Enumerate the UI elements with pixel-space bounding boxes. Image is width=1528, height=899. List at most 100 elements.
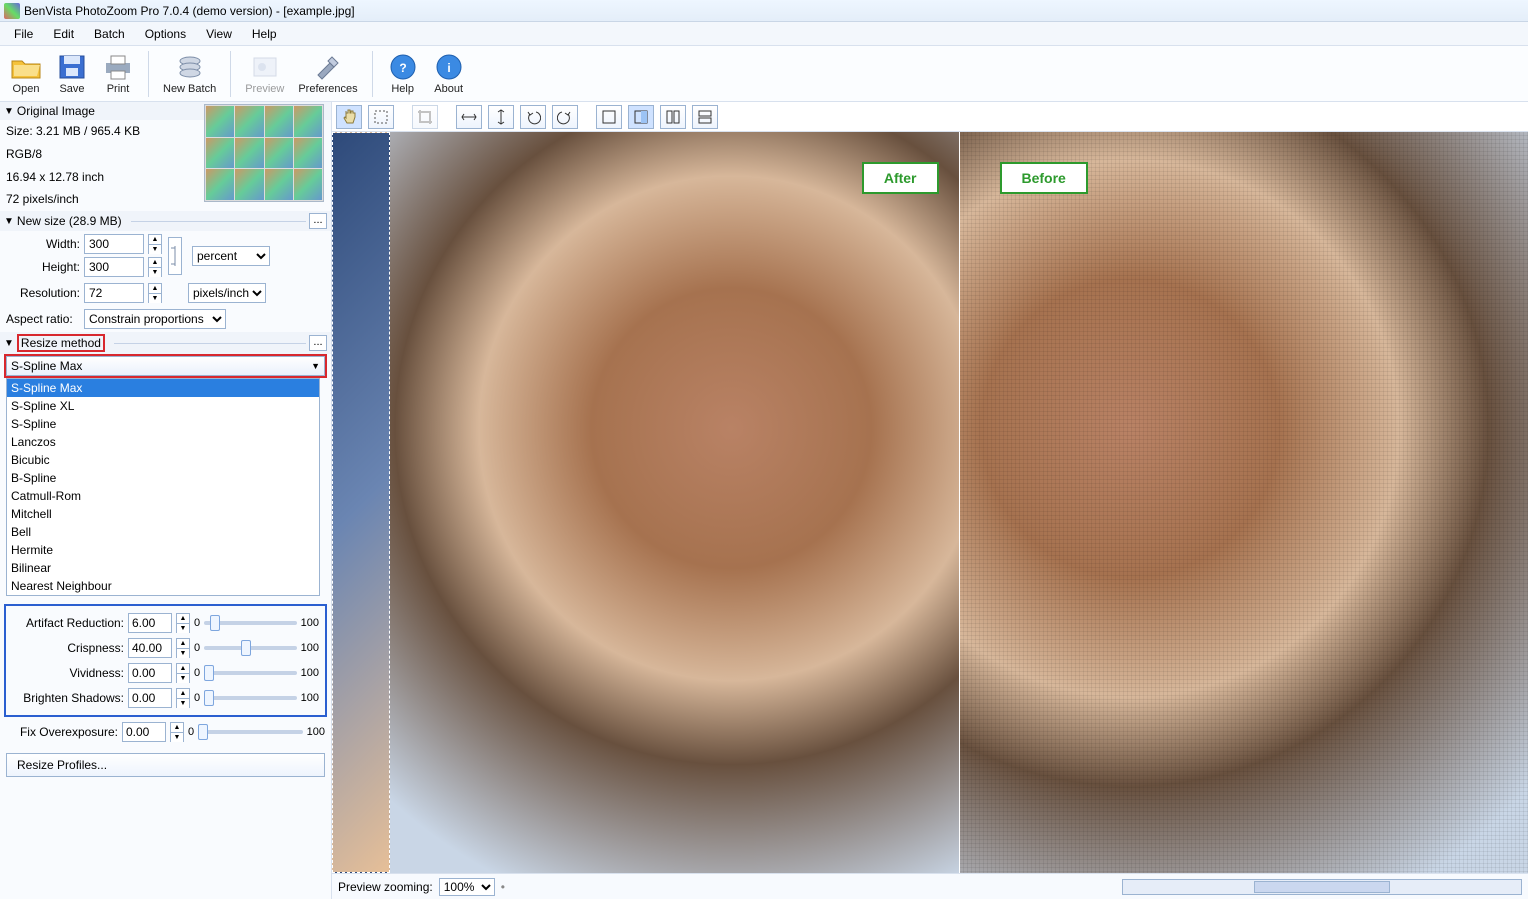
newsize-header[interactable]: ▼New size (28.9 MB) ... [0,211,331,231]
option-mitchell[interactable]: Mitchell [7,505,319,523]
navigator-strip[interactable] [332,132,390,873]
preferences-button[interactable]: Preferences [292,51,363,97]
vivid-input[interactable] [128,663,172,683]
range-max: 100 [301,617,319,629]
vivid-label: Vividness: [12,666,124,680]
split-view-horizontal-button[interactable] [692,105,718,129]
option-bell[interactable]: Bell [7,523,319,541]
resolution-label: Resolution: [6,286,80,300]
selection-tool-button[interactable] [368,105,394,129]
hand-tool-button[interactable] [336,105,362,129]
zoom-dot: • [501,880,505,894]
thumbnail[interactable] [204,104,324,202]
preview-label: Preview [245,83,284,95]
single-view-button[interactable] [596,105,622,129]
floppy-icon [56,53,88,81]
crisp-slider[interactable] [204,646,297,650]
range-max: 100 [301,642,319,654]
resize-method-select[interactable]: S-Spline Max ▼ [6,356,325,376]
titlebar: BenVista PhotoZoom Pro 7.0.4 (demo versi… [0,0,1528,22]
vivid-spinner[interactable]: ▲▼ [176,663,190,683]
app-icon [4,3,20,19]
resize-profiles-button[interactable]: Resize Profiles... [6,753,325,777]
flip-horizontal-button[interactable] [456,105,482,129]
option-hermite[interactable]: Hermite [7,541,319,559]
separator [148,51,149,97]
option-bspline[interactable]: B-Spline [7,469,319,487]
artifact-input[interactable] [128,613,172,633]
menu-view[interactable]: View [196,24,242,44]
print-button[interactable]: Print [96,51,140,97]
fixover-slider[interactable] [198,730,303,734]
right-panel: After Before Preview zooming: 100% • [332,102,1528,899]
height-label: Height: [6,260,80,274]
option-sspline-xl[interactable]: S-Spline XL [7,397,319,415]
help-button[interactable]: ? Help [381,51,425,97]
artifact-spinner[interactable]: ▲▼ [176,613,190,633]
width-spinner[interactable]: ▲▼ [148,234,162,254]
height-input[interactable] [84,257,144,277]
menu-file[interactable]: File [4,24,43,44]
aspect-select[interactable]: Constrain proportions [84,309,226,329]
fixover-spinner[interactable]: ▲▼ [170,722,184,742]
range-max: 100 [301,692,319,704]
vivid-slider[interactable] [204,671,297,675]
resolution-unit-select[interactable]: pixels/inch [188,283,266,303]
preview-button[interactable]: Preview [239,51,290,97]
menu-help[interactable]: Help [242,24,287,44]
resize-method-header[interactable]: ▼ Resize method ... [0,332,331,354]
separator [372,51,373,97]
option-nearest[interactable]: Nearest Neighbour [7,577,319,595]
option-sspline[interactable]: S-Spline [7,415,319,433]
menu-edit[interactable]: Edit [43,24,84,44]
unit-select[interactable]: percent [192,246,270,266]
height-spinner[interactable]: ▲▼ [148,257,162,277]
split-view-vertical-button[interactable] [660,105,686,129]
artifact-slider[interactable] [204,621,297,625]
about-button[interactable]: i About [427,51,471,97]
option-sspline-max[interactable]: S-Spline Max [7,379,319,397]
save-button[interactable]: Save [50,51,94,97]
horizontal-scrollbar[interactable] [1122,879,1522,895]
crisp-spinner[interactable]: ▲▼ [176,638,190,658]
range-max: 100 [301,667,319,679]
option-bilinear[interactable]: Bilinear [7,559,319,577]
zoom-select[interactable]: 100% [439,878,495,896]
width-input[interactable] [84,234,144,254]
option-lanczos[interactable]: Lanczos [7,433,319,451]
original-header-label: Original Image [17,104,95,118]
help-label: Help [391,83,414,95]
help-icon: ? [387,53,419,81]
crisp-input[interactable] [128,638,172,658]
toolbar: Open Save Print New Batch Preview Prefer… [0,46,1528,102]
open-label: Open [13,83,40,95]
open-button[interactable]: Open [4,51,48,97]
fixover-input[interactable] [122,722,166,742]
menu-batch[interactable]: Batch [84,24,135,44]
rotate-right-button[interactable] [552,105,578,129]
option-catmull-rom[interactable]: Catmull-Rom [7,487,319,505]
preview-area[interactable]: After Before [332,132,1528,873]
brighten-slider[interactable] [204,696,297,700]
crop-button[interactable] [412,105,438,129]
resolution-spinner[interactable]: ▲▼ [148,283,162,303]
option-bicubic[interactable]: Bicubic [7,451,319,469]
separator [230,51,231,97]
rotate-left-button[interactable] [520,105,546,129]
resize-method-options-button[interactable]: ... [309,335,327,351]
brighten-spinner[interactable]: ▲▼ [176,688,190,708]
before-image[interactable]: Before [960,132,1528,873]
about-label: About [434,83,463,95]
resolution-input[interactable] [84,283,144,303]
range-min: 0 [194,642,200,654]
split-view-fade-button[interactable] [628,105,654,129]
preview-icon [249,53,281,81]
newsize-options-button[interactable]: ... [309,213,327,229]
flip-vertical-button[interactable] [488,105,514,129]
link-dimensions-button[interactable] [168,237,182,275]
brighten-input[interactable] [128,688,172,708]
menu-options[interactable]: Options [135,24,196,44]
after-image[interactable]: After [390,132,959,873]
range-min: 0 [188,726,194,738]
new-batch-button[interactable]: New Batch [157,51,222,97]
